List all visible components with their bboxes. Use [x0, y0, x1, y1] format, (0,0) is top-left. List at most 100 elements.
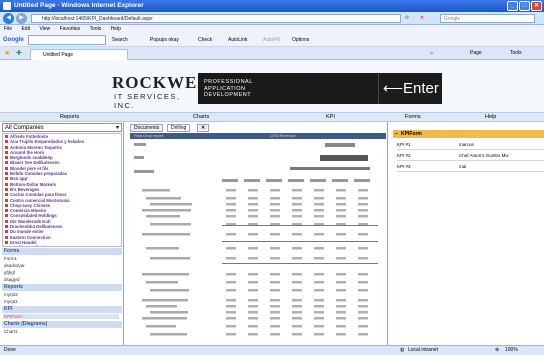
left-panel: All Companies ▾ Alfreds Futterkiste Ana T… — [0, 122, 124, 345]
company-select-value: All Companies — [5, 125, 44, 131]
company-list[interactable]: Alfreds Futterkiste Ana Trujillo Empareda… — [2, 133, 122, 247]
report-blur-bar — [292, 257, 302, 260]
menu-favorites[interactable]: Favorites — [60, 26, 81, 32]
chart-item[interactable]: Chart1 — [4, 329, 18, 334]
autofill-button[interactable]: AutoFill — [263, 35, 280, 45]
kpi-item-selected[interactable]: KPIForm — [3, 314, 119, 319]
charts-section-header[interactable]: Charts (Diagrams) — [2, 321, 122, 328]
report-blur-bar — [226, 257, 236, 260]
report-blur-bar — [358, 281, 368, 284]
collapse-icon[interactable]: − — [395, 130, 398, 138]
report-blur-bar — [358, 257, 368, 260]
nav-kpi[interactable]: KPI — [326, 113, 335, 122]
form-item[interactable]: dsagjvd — [4, 277, 20, 282]
report-blur-bar — [336, 317, 346, 320]
nav-forms[interactable]: Forms — [405, 113, 421, 122]
home-icon[interactable]: ⌂ — [430, 50, 433, 56]
report-blur-bar — [270, 273, 280, 276]
menu-help[interactable]: Help — [111, 26, 121, 32]
form-item[interactable]: Form1 — [4, 256, 17, 261]
form-item[interactable]: gfjhgf — [4, 270, 15, 275]
forward-icon[interactable]: ▶ — [16, 13, 27, 24]
nav-help[interactable]: Help — [485, 113, 496, 122]
search-input[interactable]: Google — [440, 14, 535, 23]
add-favorite-icon[interactable]: ✚ — [16, 49, 22, 57]
check-button[interactable]: Check — [198, 35, 212, 45]
report-blur-bar — [226, 203, 236, 206]
zoom-level[interactable]: 100% — [505, 346, 518, 355]
form-item[interactable]: dsadsdyar — [4, 263, 25, 268]
google-search-input[interactable] — [28, 35, 106, 45]
report-blur-bar — [146, 197, 181, 200]
reports-section-header[interactable]: Reports — [2, 284, 122, 291]
tab-drilling[interactable]: Drilling — [167, 124, 191, 132]
report-blur-bar — [292, 203, 302, 206]
report-blur-bar — [142, 189, 170, 192]
report-blur-bar — [314, 333, 324, 336]
report-blur-bar — [358, 203, 368, 206]
report-blur-bar — [358, 209, 368, 212]
report-blur-bar — [336, 189, 346, 192]
favorites-star-icon[interactable]: ★ — [4, 49, 10, 57]
window-title: Untitled Page - Windows Internet Explore… — [14, 2, 144, 9]
report-blur-bar — [270, 325, 280, 328]
nav-reports[interactable]: Reports — [60, 113, 79, 122]
report-blur-bar — [336, 209, 346, 212]
report-item[interactable]: myrpt2 — [4, 292, 18, 297]
popup-blocker-button[interactable]: Popups okay — [150, 35, 179, 45]
page-menu[interactable]: Page — [470, 50, 482, 56]
nav-charts[interactable]: Charts — [193, 113, 209, 122]
window-titlebar: Untitled Page - Windows Internet Explore… — [0, 0, 544, 12]
report-blur-bar — [314, 189, 324, 192]
refresh-icon[interactable]: ⟳ — [405, 15, 409, 21]
header-banner: PROFESSIONAL APPLICATION DEVELOPMENT — [198, 73, 378, 104]
tagline-line-1: PROFESSIONAL — [204, 79, 253, 85]
zoom-icon[interactable]: ⊕ — [495, 346, 499, 355]
company-list-item[interactable]: Familia Arquibaldo — [3, 245, 121, 246]
browser-tab-active[interactable]: Untitled Page — [30, 49, 128, 60]
options-button[interactable]: Options — [292, 35, 309, 45]
forms-section-header[interactable]: Forms — [2, 248, 122, 255]
report-blur-bar — [146, 325, 176, 328]
close-tab-icon[interactable]: ✕ — [197, 124, 210, 132]
report-blur-bar — [248, 311, 258, 314]
autolink-button[interactable]: AutoLink — [228, 35, 247, 45]
enter-arrow-icon: ⟵ — [383, 80, 404, 96]
report-blur-bar — [314, 273, 324, 276]
kpi-section-header[interactable]: KPI — [2, 306, 122, 313]
report-blur-bar — [314, 311, 324, 314]
report-blur-bar — [270, 257, 280, 260]
report-blur-bar — [310, 179, 326, 182]
report-blur-bar — [314, 203, 324, 206]
enter-button[interactable]: ⟵ Enter — [378, 73, 442, 104]
address-input[interactable]: http://localhost:1465/KPI_Dashboard/Defa… — [31, 14, 401, 23]
close-window-button[interactable]: ✕ — [531, 1, 542, 11]
report-blur-bar — [358, 233, 368, 236]
report-blur-bar — [290, 167, 370, 170]
maximize-button[interactable]: □ — [519, 1, 530, 11]
report-blur-bar — [248, 209, 258, 212]
report-blur-bar — [266, 179, 282, 182]
report-blur-bar — [292, 325, 302, 328]
kpi-value: mai — [459, 164, 467, 169]
menu-tools[interactable]: Tools — [90, 26, 102, 32]
google-search-button[interactable]: Search — [112, 35, 128, 45]
report-blur-bar — [358, 299, 368, 302]
menu-file[interactable]: File — [4, 26, 12, 32]
blurred-report-content — [134, 143, 378, 336]
menu-view[interactable]: View — [39, 26, 50, 32]
kpi-row: KPI #3 mai — [397, 161, 544, 172]
report-blur-bar — [336, 311, 346, 314]
stop-icon[interactable]: ✕ — [420, 15, 424, 21]
report-blur-bar — [292, 189, 302, 192]
report-blur-bar — [336, 203, 346, 206]
back-icon[interactable]: ◀ — [3, 13, 14, 24]
tools-menu[interactable]: Tools — [510, 50, 522, 56]
minimize-button[interactable]: _ — [507, 1, 518, 11]
company-select[interactable]: All Companies ▾ — [2, 123, 122, 132]
report-blur-bar — [358, 197, 368, 200]
report-item[interactable]: myrpt1 — [4, 299, 18, 304]
tab-documents[interactable]: Documents — [130, 124, 164, 132]
report-blur-bar — [226, 197, 236, 200]
menu-edit[interactable]: Edit — [21, 26, 30, 32]
